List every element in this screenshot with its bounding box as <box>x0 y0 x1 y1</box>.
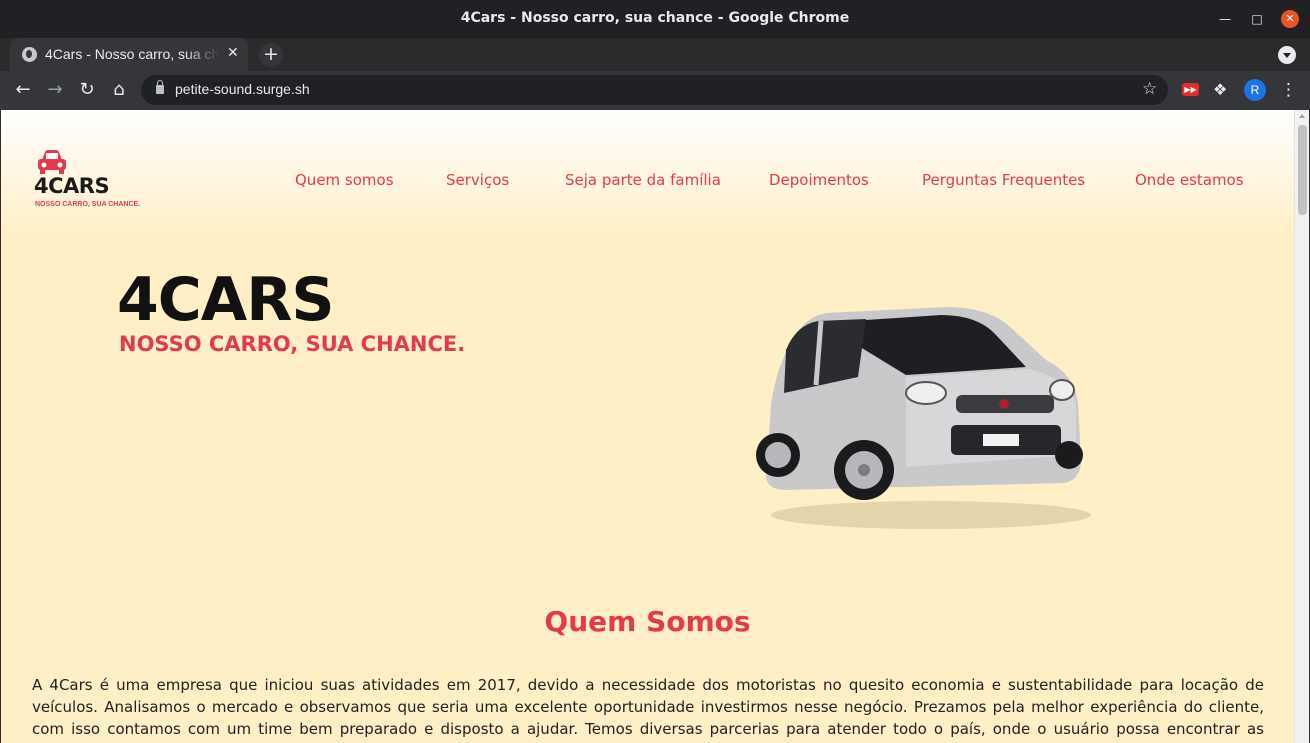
scroll-thumb[interactable] <box>1298 125 1307 215</box>
nav-item-onde-estamos[interactable]: Onde estamos <box>1135 171 1244 189</box>
window-titlebar: 4Cars - Nosso carro, sua chance - Google… <box>0 0 1310 38</box>
lock-icon[interactable] <box>156 80 164 94</box>
browser-tab[interactable]: 4Cars - Nosso carro, sua chance ✕ <box>10 38 248 71</box>
chrome-menu-icon[interactable]: ⋮ <box>1280 80 1297 100</box>
close-window-button[interactable]: ✕ <box>1281 10 1299 28</box>
tab-title: 4Cars - Nosso carro, sua chance <box>45 46 220 62</box>
extensions-puzzle-icon[interactable]: ❖ <box>1213 80 1227 99</box>
nav-item-servicos[interactable]: Serviços <box>446 171 509 189</box>
reload-icon[interactable]: ↻ <box>76 79 98 101</box>
new-tab-button[interactable]: + <box>259 43 283 67</box>
back-icon[interactable]: ← <box>12 79 34 101</box>
tab-search-button[interactable] <box>1278 46 1296 64</box>
home-icon[interactable]: ⌂ <box>108 79 130 101</box>
car-image <box>756 307 1091 529</box>
bookmark-star-icon[interactable]: ☆ <box>1142 79 1157 99</box>
window-title: 4Cars - Nosso carro, sua chance - Google… <box>460 10 850 26</box>
logo-slogan: NOSSO CARRO, SUA CHANCE. <box>35 201 141 208</box>
nav-item-seja-parte[interactable]: Seja parte da família <box>565 171 721 189</box>
site-logo[interactable]: 4CARS NOSSO CARRO, SUA CHANCE. <box>34 146 164 216</box>
about-body: A 4Cars é uma empresa que iniciou suas a… <box>32 676 1264 743</box>
profile-avatar[interactable]: R <box>1244 79 1266 101</box>
address-bar[interactable]: petite-sound.surge.sh ☆ <box>141 75 1168 105</box>
globe-icon <box>22 47 37 62</box>
url-text[interactable]: petite-sound.surge.sh <box>175 81 310 97</box>
car-logo-icon <box>38 150 66 174</box>
logo-wordmark: 4CARS <box>34 174 110 198</box>
maximize-button[interactable]: □ <box>1247 9 1267 29</box>
scroll-up-arrow-icon[interactable] <box>1299 114 1305 118</box>
about-title: Quem Somos <box>544 605 751 638</box>
youtube-extension-icon[interactable]: ▶▶ <box>1182 83 1199 96</box>
nav-item-quem-somos[interactable]: Quem somos <box>295 171 394 189</box>
nav-item-perguntas-frequentes[interactable]: Perguntas Frequentes <box>922 171 1085 189</box>
close-tab-icon[interactable]: ✕ <box>227 45 239 61</box>
site-header: 4CARS NOSSO CARRO, SUA CHANCE. Quem somo… <box>1 110 1294 236</box>
hero-subtitle: NOSSO CARRO, SUA CHANCE. <box>119 332 466 356</box>
page-scrollbar[interactable] <box>1294 110 1309 743</box>
page-viewport: 4CARS NOSSO CARRO, SUA CHANCE. Quem somo… <box>1 110 1294 743</box>
hero-title: 4CARS <box>117 265 335 335</box>
minimize-button[interactable]: — <box>1215 9 1235 29</box>
nav-item-depoimentos[interactable]: Depoimentos <box>769 171 869 189</box>
forward-icon[interactable]: → <box>44 79 66 101</box>
